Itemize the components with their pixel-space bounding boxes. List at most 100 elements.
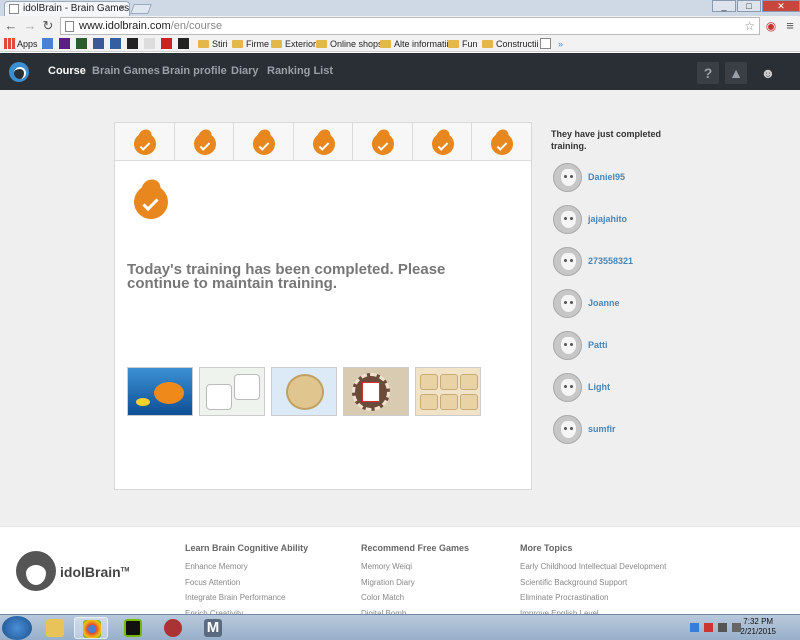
footer-link[interactable]: Color Match xyxy=(361,590,469,606)
browser-tab[interactable]: idolBrain - Brain Games & × xyxy=(4,1,130,16)
url-path: /en/course xyxy=(170,20,223,32)
tray-network-icon[interactable] xyxy=(718,623,727,632)
idolbrain-logo-icon[interactable] xyxy=(9,62,29,82)
reload-icon[interactable]: ↻ xyxy=(40,18,56,34)
menu-icon[interactable]: ≡ xyxy=(782,18,798,34)
more-bookmarks-icon[interactable]: » xyxy=(558,36,563,52)
footer-column-title: More Topics xyxy=(520,543,573,553)
recent-completions-heading: They have just completed training. xyxy=(551,129,662,151)
bookmark-yahoo-icon[interactable] xyxy=(59,36,70,52)
user-name-link[interactable]: Daniel95 xyxy=(588,172,625,182)
bookmark-site-icon[interactable] xyxy=(178,36,189,52)
game-list xyxy=(127,367,481,416)
bookmark-apps[interactable]: Apps xyxy=(4,36,38,52)
user-name-link[interactable]: Joanne xyxy=(588,298,620,308)
weiqi-game-thumbnail[interactable] xyxy=(271,367,337,416)
user-avatar-icon[interactable] xyxy=(553,415,582,444)
user-avatar-icon[interactable] xyxy=(553,289,582,318)
clock[interactable]: 7:32 PM 2/21/2015 xyxy=(740,617,776,637)
bookmark-google-icon[interactable] xyxy=(42,36,53,52)
training-day-4 xyxy=(294,123,354,160)
tray-flag-icon[interactable] xyxy=(704,623,713,632)
completed-flame-icon xyxy=(134,175,168,219)
taskbar-folder[interactable] xyxy=(38,617,72,639)
bookmark-site-icon[interactable] xyxy=(161,36,172,52)
nav-brain-games[interactable]: Brain Games xyxy=(92,65,160,77)
footer-link[interactable]: Eliminate Procrastination xyxy=(520,590,666,606)
bookmark-site-icon[interactable] xyxy=(127,36,138,52)
user-avatar-icon[interactable]: ☻ xyxy=(757,62,779,84)
user-name-link[interactable]: 273558321 xyxy=(588,256,633,266)
user-name-link[interactable]: sumfir xyxy=(588,424,616,434)
clock-time: 7:32 PM xyxy=(743,617,774,626)
new-tab-button[interactable] xyxy=(130,4,152,14)
user-avatar-icon[interactable] xyxy=(553,163,582,192)
browser-tabstrip: idolBrain - Brain Games & × _ □ ✕ xyxy=(0,0,800,16)
footer-link[interactable]: Early Childhood Intellectual Development xyxy=(520,559,666,575)
browser-toolbar: ← → ↻ www.idolbrain.com/en/course ☆ ◉ ≡ xyxy=(0,16,800,36)
nav-brain-profile[interactable]: Brain profile xyxy=(162,65,227,77)
forward-icon[interactable]: → xyxy=(22,18,38,34)
bookmark-folder-online-shops[interactable]: Online shops xyxy=(316,36,383,52)
bookmark-folder-constructii[interactable]: Constructii xyxy=(482,36,539,52)
bookmarks-bar: Apps Stiri Firme Exterior Online shops A… xyxy=(0,36,800,52)
flame-check-icon xyxy=(372,126,395,155)
site-footer: idolBrainTM Learn Brain Cognitive Abilit… xyxy=(0,526,800,618)
bookmark-facebook-icon[interactable] xyxy=(93,36,104,52)
training-day-7 xyxy=(472,123,531,160)
user-avatar-icon[interactable] xyxy=(553,247,582,276)
taskbar-nvidia[interactable] xyxy=(116,617,150,639)
nav-diary[interactable]: Diary xyxy=(231,65,259,77)
taskbar-app-m[interactable]: M xyxy=(196,617,230,639)
bookmark-star-icon[interactable]: ☆ xyxy=(744,18,755,34)
bookmark-folder-alte-informatii[interactable]: Alte informatii xyxy=(380,36,449,52)
extension-icon[interactable]: ◉ xyxy=(763,18,779,34)
window-close-button[interactable]: ✕ xyxy=(762,0,800,12)
bookmark-page-icon[interactable] xyxy=(540,36,551,52)
user-avatar-icon[interactable] xyxy=(553,205,582,234)
minimize-button[interactable]: _ xyxy=(712,0,736,12)
bookmark-site-icon[interactable] xyxy=(76,36,87,52)
close-tab-icon[interactable]: × xyxy=(119,2,125,16)
url-domain: www.idolbrain.com xyxy=(79,20,171,32)
folder-icon xyxy=(316,39,327,48)
address-bar[interactable]: www.idolbrain.com/en/course ☆ xyxy=(60,17,760,35)
start-button[interactable] xyxy=(2,616,32,640)
footer-link[interactable]: Integrate Brain Performance xyxy=(185,590,308,606)
tray-arrow-icon[interactable] xyxy=(690,623,699,632)
notification-bell-icon[interactable]: ▲ xyxy=(725,62,747,84)
taskbar-chrome[interactable] xyxy=(74,617,108,639)
help-button[interactable]: ? xyxy=(697,62,719,84)
footer-column-title: Recommend Free Games xyxy=(361,543,470,553)
user-name-link[interactable]: Light xyxy=(588,382,610,392)
user-avatar-icon[interactable] xyxy=(553,331,582,360)
footer-link[interactable]: Migration Diary xyxy=(361,575,469,591)
dice-game-thumbnail[interactable] xyxy=(199,367,265,416)
user-name-link[interactable]: Patti xyxy=(588,340,608,350)
record-game-thumbnail[interactable] xyxy=(343,367,409,416)
footer-link[interactable]: Scientific Background Support xyxy=(520,575,666,591)
bookmark-folder-firme[interactable]: Firme xyxy=(232,36,269,52)
puzzle-game-thumbnail[interactable] xyxy=(415,367,481,416)
back-icon[interactable]: ← xyxy=(3,18,19,34)
bookmark-folder-exterior[interactable]: Exterior xyxy=(271,36,316,52)
footer-link[interactable]: Focus Attention xyxy=(185,575,308,591)
taskbar-app[interactable] xyxy=(156,617,190,639)
maximize-button[interactable]: □ xyxy=(737,0,761,12)
bookmark-folder-stiri[interactable]: Stiri xyxy=(198,36,228,52)
footer-link[interactable]: Enhance Memory xyxy=(185,559,308,575)
bookmark-folder-fun[interactable]: Fun xyxy=(448,36,478,52)
bookmark-site-icon[interactable] xyxy=(110,36,121,52)
folder-icon xyxy=(198,39,209,48)
user-avatar-icon[interactable] xyxy=(553,373,582,402)
training-day-bar xyxy=(115,123,531,161)
nav-ranking-list[interactable]: Ranking List xyxy=(267,65,333,77)
completion-message: Today's training has been completed. Ple… xyxy=(127,261,446,292)
bookmark-site-icon[interactable] xyxy=(144,36,155,52)
footer-link[interactable]: Memory Weiqi xyxy=(361,559,469,575)
folder-icon xyxy=(380,39,391,48)
flame-check-icon xyxy=(193,126,216,155)
user-name-link[interactable]: jajajahito xyxy=(588,214,627,224)
fish-game-thumbnail[interactable] xyxy=(127,367,193,416)
nav-course[interactable]: Course xyxy=(48,65,86,77)
